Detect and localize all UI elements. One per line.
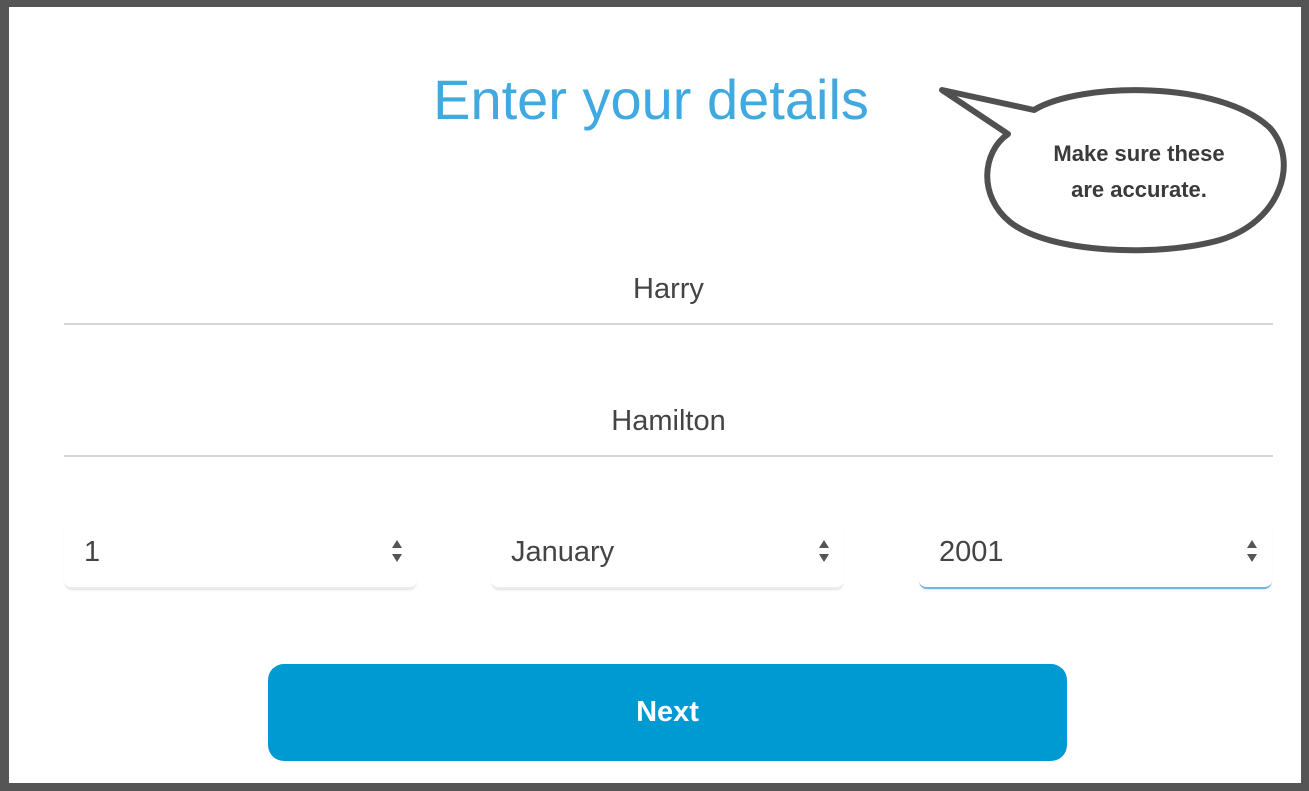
select-arrows-icon	[1246, 538, 1258, 566]
callout-bubble: Make sure these are accurate.	[930, 82, 1290, 262]
select-arrows-icon	[818, 538, 830, 566]
last-name-input[interactable]	[64, 387, 1273, 455]
year-select[interactable]: 2001	[919, 519, 1272, 589]
next-button[interactable]: Next	[268, 664, 1067, 761]
callout-text: Make sure these are accurate.	[1053, 141, 1225, 202]
last-name-field[interactable]	[64, 387, 1273, 457]
month-select-value: January	[511, 536, 615, 568]
year-select-value: 2001	[939, 536, 1004, 568]
day-select-value: 1	[84, 536, 101, 568]
first-name-input[interactable]	[64, 255, 1273, 323]
day-select[interactable]: 1	[64, 519, 417, 589]
first-name-field[interactable]	[64, 255, 1273, 325]
select-arrows-icon	[391, 538, 403, 566]
month-select[interactable]: January	[491, 519, 844, 589]
